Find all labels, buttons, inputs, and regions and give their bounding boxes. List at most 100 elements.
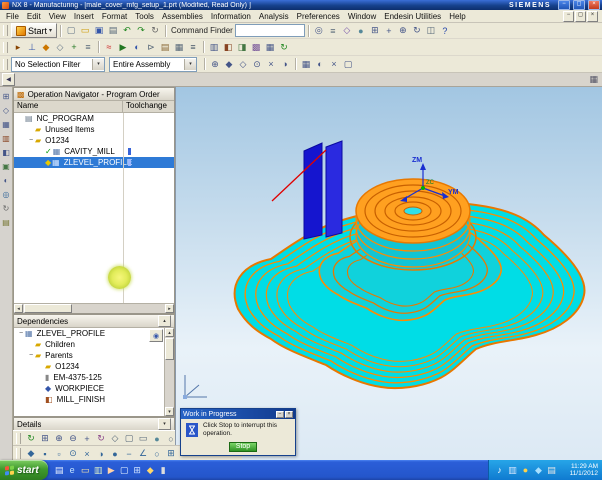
snap-enable-icon[interactable]: ◆ — [24, 447, 38, 460]
toolbar-grip[interactable] — [3, 41, 8, 53]
geometry-view-icon[interactable]: ◨ — [235, 41, 249, 54]
machining-method-view-icon[interactable]: ▩ — [249, 41, 263, 54]
scroll-up-icon[interactable]: ▴ — [165, 328, 174, 337]
graphics-window[interactable]: ZM ZC YM — [175, 87, 602, 460]
tree-item-zlevel-profile[interactable]: − ▦ ZLEVEL_PROFILE — [14, 328, 164, 339]
face-rule-icon[interactable]: ▢ — [341, 58, 355, 71]
updates-icon[interactable]: ◆ — [532, 463, 545, 477]
assembly-navigator-icon[interactable]: ⊞ — [1, 91, 12, 102]
part-navigator-icon[interactable]: ▦ — [1, 119, 12, 130]
nx-shortcut-icon[interactable]: ◆ — [144, 463, 157, 477]
mid-point-icon[interactable]: ◇ — [236, 58, 250, 71]
end-point-icon[interactable]: ◆ — [222, 58, 236, 71]
snap-angle-icon[interactable]: ∠ — [136, 447, 150, 460]
shaded-icon[interactable]: ● — [150, 432, 164, 445]
collapse-up-icon[interactable]: ▴ — [158, 315, 171, 327]
tree-item-zlevel-profile[interactable]: ◆ ▦ ZLEVEL_PROFILE — [14, 157, 174, 168]
snap-endpoint-icon[interactable]: ▪ — [38, 447, 52, 460]
verify-toolpath-icon[interactable]: ◐ — [130, 41, 144, 54]
tree-item-nc-program[interactable]: ▤ NC_PROGRAM — [14, 113, 174, 124]
menu-preferences[interactable]: Preferences — [293, 12, 344, 21]
menu-edit[interactable]: Edit — [23, 12, 45, 21]
work-layer-icon[interactable]: ≡ — [326, 24, 340, 37]
tree-item-em-4375-125[interactable]: ▮ EM-4375-125 — [14, 372, 164, 383]
highlight-selection-icon[interactable]: ◐ — [313, 58, 327, 71]
stop-button[interactable]: Stop — [229, 442, 257, 452]
orient-view-icon[interactable]: ◇ — [340, 24, 354, 37]
snap-tangent-icon[interactable]: ○ — [150, 447, 164, 460]
select-all-icon[interactable]: ▦ — [299, 58, 313, 71]
collapse-down-icon[interactable]: ▾ — [158, 418, 171, 430]
new-icon[interactable]: ▢ — [64, 24, 78, 37]
internet-explorer-icon[interactable]: e — [66, 463, 79, 477]
snap-center-icon[interactable]: ⊙ — [66, 447, 80, 460]
scroll-thumb[interactable] — [24, 304, 72, 313]
usb-device-icon[interactable]: ▤ — [545, 463, 558, 477]
show-desktop-icon[interactable]: ▤ — [53, 463, 66, 477]
tree-item-mill-finish[interactable]: ◧ MILL_FINISH — [14, 394, 164, 405]
chevron-down-icon[interactable]: ▾ — [92, 58, 104, 70]
dialog-close-button[interactable]: × — [285, 410, 293, 418]
notepad-icon[interactable]: ▢ — [118, 463, 131, 477]
selection-filter-combo[interactable]: No Selection Filter ▾ — [11, 56, 105, 72]
expander-icon[interactable]: − — [27, 352, 35, 359]
tree-item-parents[interactable]: − ▰ Parents — [14, 350, 164, 361]
taskbar-clock[interactable]: 11:29 AM 11/1/2012 — [562, 463, 598, 477]
menu-tools[interactable]: Tools — [131, 12, 158, 21]
scroll-thumb[interactable] — [165, 338, 174, 360]
pan-view-icon[interactable]: + — [382, 24, 396, 37]
repeat-command-icon[interactable]: ↻ — [148, 24, 162, 37]
start-button[interactable]: start — [0, 460, 48, 480]
3d-scene[interactable]: ZM ZC YM — [176, 87, 602, 460]
snap-midpoint-icon[interactable]: ▫ — [52, 447, 66, 460]
menu-assemblies[interactable]: Assemblies — [158, 12, 207, 21]
tree-item-o1234[interactable]: − ▰ O1234 — [14, 135, 174, 146]
media-player-icon[interactable]: ▶ — [105, 463, 118, 477]
chevron-down-icon[interactable]: ▾ — [184, 58, 196, 70]
tree-item-workpiece[interactable]: ◆ WORKPIECE — [14, 383, 164, 394]
window-cascade-icon[interactable]: ◫ — [424, 24, 438, 37]
selection-filter-icon[interactable]: ◎ — [312, 24, 326, 37]
create-program-icon[interactable]: ▸ — [11, 41, 25, 54]
menu-format[interactable]: Format — [98, 12, 131, 21]
snap-grid-icon[interactable]: ⊞ — [164, 447, 178, 460]
expander-icon[interactable]: − — [27, 137, 35, 144]
program-order-view-icon[interactable]: ▥ — [207, 41, 221, 54]
history-palette-icon[interactable]: ↻ — [1, 203, 12, 214]
close-button[interactable]: × — [588, 0, 600, 10]
refresh-view-icon[interactable]: ↻ — [24, 432, 38, 445]
file-explorer-icon[interactable]: ▥ — [92, 463, 105, 477]
dependencies-vscrollbar[interactable]: ▴ ▾ — [164, 328, 174, 416]
help-icon[interactable]: ? — [438, 24, 452, 37]
volume-icon[interactable]: ♪ — [493, 463, 506, 477]
snap-midline-icon[interactable]: − — [122, 447, 136, 460]
column-name[interactable]: Name — [14, 101, 123, 112]
wireframe-icon[interactable]: ○ — [164, 432, 178, 445]
maximize-button[interactable]: ◻ — [573, 0, 585, 10]
scroll-right-icon[interactable]: ▸ — [165, 304, 174, 313]
constraint-navigator-icon[interactable]: ◇ — [1, 105, 12, 116]
roles-icon[interactable]: ▤ — [1, 217, 12, 228]
list-toolpath-icon[interactable]: ≡ — [186, 41, 200, 54]
edit-object-icon[interactable]: ≡ — [81, 41, 95, 54]
network-icon[interactable]: ▥ — [506, 463, 519, 477]
toolbar-grip[interactable] — [16, 433, 21, 444]
menu-help[interactable]: Help — [445, 12, 469, 21]
synchronize-icon[interactable]: ↻ — [277, 41, 291, 54]
column-toolchange[interactable]: Toolchange — [123, 101, 170, 112]
navigator-hscrollbar[interactable]: ◂ ▸ — [14, 303, 174, 313]
zoom-view-icon[interactable]: ⊕ — [396, 24, 410, 37]
doc-minimize-button[interactable]: − — [563, 10, 574, 22]
selection-scope-combo[interactable]: Entire Assembly ▾ — [109, 56, 197, 72]
menu-file[interactable]: File — [2, 12, 23, 21]
machine-tool-view-icon[interactable]: ◧ — [221, 41, 235, 54]
open-icon[interactable]: ▭ — [78, 24, 92, 37]
pan-icon[interactable]: + — [80, 432, 94, 445]
scroll-left-icon[interactable]: ◂ — [14, 304, 23, 313]
shop-documentation-icon[interactable]: ▤ — [158, 41, 172, 54]
dependencies-header[interactable]: Dependencies ▴ — [14, 315, 174, 328]
toolbar-grip[interactable] — [3, 58, 8, 70]
post-process-icon[interactable]: ⊳ — [144, 41, 158, 54]
internet-explorer-icon[interactable]: ◎ — [1, 189, 12, 200]
operation-navigator-header[interactable]: ▩ Operation Navigator - Program Order — [14, 88, 174, 101]
